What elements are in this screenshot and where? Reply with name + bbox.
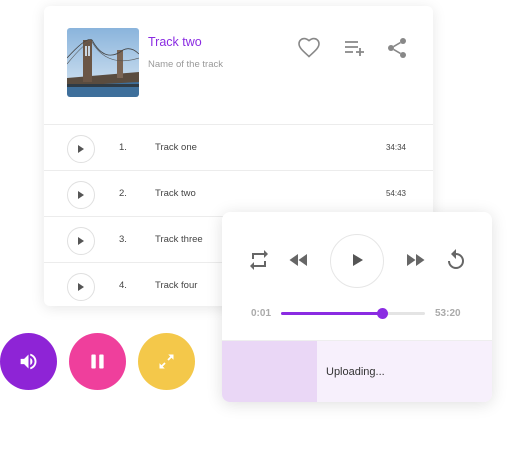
player-card: 0:01 53:20 Uploading... xyxy=(222,212,492,402)
upload-label: Uploading... xyxy=(326,366,385,378)
play-icon[interactable] xyxy=(67,135,95,163)
play-icon[interactable] xyxy=(67,181,95,209)
track-name: Track three xyxy=(155,234,203,245)
total-time: 53:20 xyxy=(435,308,461,319)
pause-button[interactable] xyxy=(69,333,126,390)
play-button[interactable] xyxy=(330,234,384,288)
replay-icon[interactable] xyxy=(444,248,468,272)
expand-icon xyxy=(159,354,174,369)
track-duration: 54:43 xyxy=(385,189,406,198)
play-icon[interactable] xyxy=(67,273,95,301)
table-row[interactable]: 2. Track two 54:43 xyxy=(44,170,433,216)
share-icon[interactable] xyxy=(385,36,409,60)
elapsed-time: 0:01 xyxy=(251,308,272,319)
upload-progress-fill xyxy=(222,341,317,402)
progress-fill xyxy=(281,312,382,315)
rewind-icon[interactable] xyxy=(287,248,311,272)
now-playing-header: Track two Name of the track xyxy=(44,6,433,124)
upload-status: Uploading... xyxy=(222,340,492,402)
track-number: 3. xyxy=(119,234,127,245)
track-number: 1. xyxy=(119,142,127,153)
now-playing-title: Track two xyxy=(148,35,202,49)
track-name: Track two xyxy=(155,188,196,199)
heart-icon[interactable] xyxy=(297,36,321,60)
track-number: 4. xyxy=(119,280,127,291)
track-name: Track four xyxy=(155,280,198,291)
now-playing-subtitle: Name of the track xyxy=(148,59,223,70)
progress-handle[interactable] xyxy=(376,308,388,319)
track-number: 2. xyxy=(119,188,127,199)
progress-bar[interactable] xyxy=(281,308,425,319)
volume-icon xyxy=(20,353,37,370)
track-duration: 34:34 xyxy=(385,143,406,152)
track-name: Track one xyxy=(155,142,197,153)
pause-icon xyxy=(91,354,104,369)
volume-button[interactable] xyxy=(0,333,57,390)
table-row[interactable]: 1. Track one 34:34 xyxy=(44,124,433,170)
repeat-icon[interactable] xyxy=(247,248,271,272)
fast-forward-icon[interactable] xyxy=(403,248,427,272)
playlist-add-icon[interactable] xyxy=(343,36,367,60)
play-icon[interactable] xyxy=(67,227,95,255)
album-cover xyxy=(67,28,139,97)
expand-button[interactable] xyxy=(138,333,195,390)
